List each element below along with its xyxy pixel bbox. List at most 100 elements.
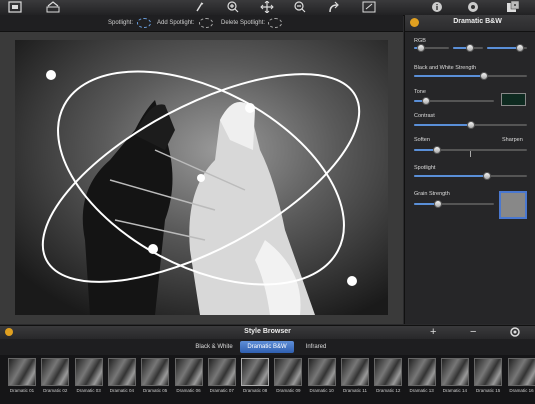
spotlight-label: Spotlight: [108, 20, 134, 26]
style-thumbnail[interactable]: Dramatic 03 [73, 358, 105, 403]
grain-preview-swatch[interactable] [499, 191, 527, 219]
info-icon[interactable] [430, 1, 444, 14]
thumbnail-image [507, 358, 535, 386]
style-thumbnail[interactable]: Dramatic 14 [439, 358, 471, 403]
thumbnail-label: Dramatic 15 [476, 388, 501, 393]
top-toolbar [0, 0, 535, 16]
thumbnail-image [107, 358, 136, 386]
spotlight-shape-icon[interactable] [137, 18, 151, 28]
move-icon[interactable] [260, 0, 274, 14]
thumbnail-label: Dramatic 08 [242, 388, 268, 393]
bw-strength-fill [414, 75, 485, 77]
thumbnail-image [274, 358, 303, 386]
style-thumbnail[interactable]: Dramatic 15 [472, 358, 504, 403]
rgb-blue-knob[interactable] [516, 44, 525, 52]
style-thumbnail[interactable]: Dramatic 05 [139, 358, 171, 403]
thumbnail-image [207, 358, 236, 386]
thumbnail-label: Dramatic 12 [376, 388, 401, 393]
settings-icon[interactable] [466, 1, 480, 14]
bw-strength-slider[interactable] [414, 72, 527, 80]
style-browser-header: Style Browser + − [0, 325, 535, 340]
dice-icon[interactable] [506, 0, 520, 14]
contrast-knob[interactable] [466, 121, 475, 129]
spotlight-fill [414, 175, 488, 177]
thumbnail-image [307, 358, 336, 386]
thumbnail-label: Dramatic 11 [343, 388, 367, 393]
thumbnail-label: Dramatic 01 [9, 388, 35, 393]
soften-sharpen-knob[interactable] [432, 146, 441, 154]
rgb-red-slider[interactable] [414, 44, 449, 52]
spotlight-knob[interactable] [483, 172, 492, 180]
contrast-slider[interactable] [414, 121, 527, 129]
photo-illustration [15, 40, 388, 315]
zoom-out-icon[interactable] [293, 1, 307, 14]
style-thumbnail[interactable]: Dramatic 11 [339, 358, 371, 403]
rgb-green-knob[interactable] [465, 44, 474, 52]
fit-screen-icon[interactable] [362, 1, 376, 14]
image-icon[interactable] [8, 1, 22, 14]
thumbnail-label: Dramatic 02 [43, 388, 68, 393]
hand-icon[interactable] [193, 1, 207, 14]
spotlight-strength-label: Spotlight [414, 165, 436, 171]
style-thumbnail[interactable]: Dramatic 13 [406, 358, 438, 403]
style-browser-chevron-icon[interactable] [5, 328, 13, 336]
spotlight-slider[interactable] [414, 172, 527, 180]
thumbnail-image [374, 358, 403, 386]
tone-color-swatch[interactable] [501, 93, 526, 106]
grain-strength-knob[interactable] [434, 200, 442, 208]
panel-header: Dramatic B&W [405, 15, 535, 32]
rgb-blue-slider[interactable] [487, 44, 527, 52]
add-spotlight-icon[interactable] [199, 18, 213, 28]
tab-dramatic-bw[interactable]: Dramatic B&W [240, 341, 294, 353]
style-thumbnail[interactable]: Dramatic 10 [306, 358, 338, 403]
style-thumbnail[interactable]: Dramatic 09 [272, 358, 304, 403]
style-thumbnail[interactable]: Dramatic 04 [106, 358, 138, 403]
style-browser-title: Style Browser [244, 328, 291, 335]
thumbnail-label: Dramatic 06 [176, 388, 201, 393]
tab-infrared[interactable]: Infrared [296, 341, 336, 353]
thumbnail-image [8, 358, 36, 386]
thumbnail-image [174, 358, 203, 386]
collapse-chevron-icon[interactable] [410, 18, 419, 27]
rgb-green-slider[interactable] [453, 44, 483, 52]
thumbnail-label: Dramatic 10 [309, 388, 334, 393]
style-thumbnail[interactable]: Dramatic 01 [6, 358, 38, 403]
thumbnail-label: Dramatic 16 [509, 388, 534, 393]
thumbnail-image [241, 358, 270, 386]
thumbnail-label: Dramatic 09 [276, 388, 301, 393]
thumbnail-image [440, 358, 469, 386]
sharpen-label: Sharpen [502, 137, 523, 143]
style-thumbnail[interactable]: Dramatic 16 [506, 358, 535, 403]
soften-label: Soften [414, 137, 430, 143]
thumbnail-label: Dramatic 03 [76, 388, 101, 393]
style-thumbnail[interactable]: Dramatic 06 [173, 358, 205, 403]
style-thumbnail[interactable]: Dramatic 08 [239, 358, 271, 403]
thumbnail-image [141, 358, 170, 386]
redo-icon[interactable] [327, 1, 341, 14]
photo-preview[interactable] [15, 40, 388, 315]
bw-strength-label: Black and White Strength [414, 65, 477, 71]
save-export-icon[interactable] [46, 1, 60, 14]
tone-knob[interactable] [422, 97, 430, 105]
remove-style-button[interactable]: − [470, 326, 476, 338]
add-style-button[interactable]: + [430, 326, 436, 338]
delete-spotlight-icon[interactable] [268, 18, 282, 28]
style-thumbnail[interactable]: Dramatic 07 [206, 358, 238, 403]
rgb-red-knob[interactable] [417, 44, 425, 52]
style-thumbnail[interactable]: Dramatic 02 [39, 358, 71, 403]
style-tabs: Black & White Dramatic B&W Infrared [0, 339, 535, 355]
style-thumbnail[interactable]: Dramatic 12 [372, 358, 404, 403]
bw-strength-knob[interactable] [480, 72, 489, 80]
panel-title: Dramatic B&W [453, 18, 502, 25]
contrast-label: Contrast [414, 113, 435, 119]
adjustments-panel: Dramatic B&W RGB Black and White Strengt… [404, 15, 535, 324]
contrast-fill [414, 124, 471, 126]
tone-slider[interactable] [414, 97, 494, 105]
grain-strength-slider[interactable] [414, 200, 494, 208]
thumbnail-label: Dramatic 13 [409, 388, 434, 393]
thumbnail-label: Dramatic 07 [209, 388, 234, 393]
zoom-in-icon[interactable] [226, 1, 240, 14]
thumbnail-image [474, 358, 503, 386]
thumbnail-image [74, 358, 103, 386]
tab-black-white[interactable]: Black & White [190, 341, 238, 353]
